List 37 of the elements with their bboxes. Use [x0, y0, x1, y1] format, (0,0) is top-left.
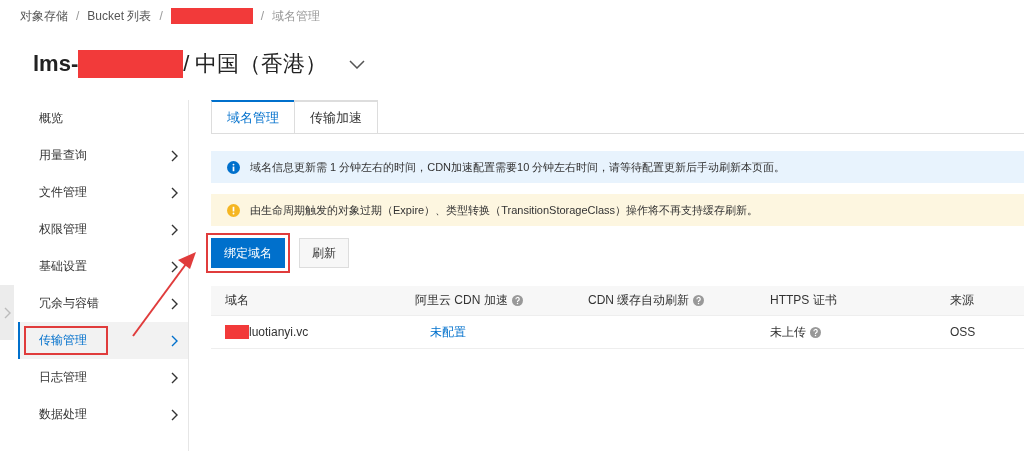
sidebar-item[interactable]: 冗余与容错 [18, 285, 188, 322]
tab[interactable]: 域名管理 [211, 100, 295, 133]
chevron-down-icon[interactable] [349, 59, 366, 69]
info-icon [227, 160, 240, 174]
sidebar-item[interactable]: 日志管理 [18, 359, 188, 396]
sidebar-item[interactable]: 权限管理 [18, 211, 188, 248]
breadcrumb-separator: / [76, 9, 80, 23]
column-header: 域名 [225, 292, 250, 309]
sidebar-item[interactable]: 用量查询 [18, 137, 188, 174]
column-header: HTTPS 证书 [770, 292, 838, 309]
breadcrumb-separator: / [260, 9, 265, 23]
column-header: 阿里云 CDN 加速 [415, 292, 588, 309]
sidebar-item[interactable]: 数据处理 [18, 396, 188, 433]
banner-text: 由生命周期触发的对象过期（Expire）、类型转换（TransitionStorageClass）操作将不再支持缓存刷新。 [250, 202, 759, 218]
bind-domain-button[interactable]: 绑定域名 [211, 238, 285, 268]
source-cell-text: OSS [950, 325, 977, 339]
column-header: CDN 缓存自动刷新 [588, 292, 770, 309]
collapse-handle[interactable] [0, 285, 14, 340]
sidebar-item[interactable]: 文件管理 [18, 174, 188, 211]
refresh-button[interactable]: 刷新 [299, 238, 349, 268]
bucket-title: lms- [33, 51, 79, 77]
breadcrumb-item: 域名管理 [272, 7, 321, 25]
domain-cell: luotianyi.vc [225, 325, 415, 339]
breadcrumb-item[interactable]: Bucket 列表 [87, 7, 152, 25]
configure-link[interactable]: 未配置 [415, 323, 588, 341]
tab[interactable]: 传输加速 [294, 100, 378, 133]
certificate-cell: 未上传 [770, 323, 950, 341]
chevron-right-icon [3, 306, 11, 319]
breadcrumb-separator: / [159, 9, 163, 23]
sidebar-item[interactable]: 传输管理 [18, 322, 188, 359]
banner-text: 域名信息更新需 1 分钟左右的时间，CDN加速配置需要10 分钟左右时间，请等待配置更新后手动刷新本页面。 [250, 159, 786, 175]
breadcrumb-item[interactable]: 对象存储 [20, 7, 68, 25]
warning-icon [227, 203, 240, 217]
sidebar-item[interactable]: 基础设置 [18, 248, 188, 285]
region-title: / 中国（香港） [183, 50, 328, 78]
column-header: 来源 [950, 292, 975, 309]
sidebar-item[interactable]: 概览 [18, 100, 188, 137]
